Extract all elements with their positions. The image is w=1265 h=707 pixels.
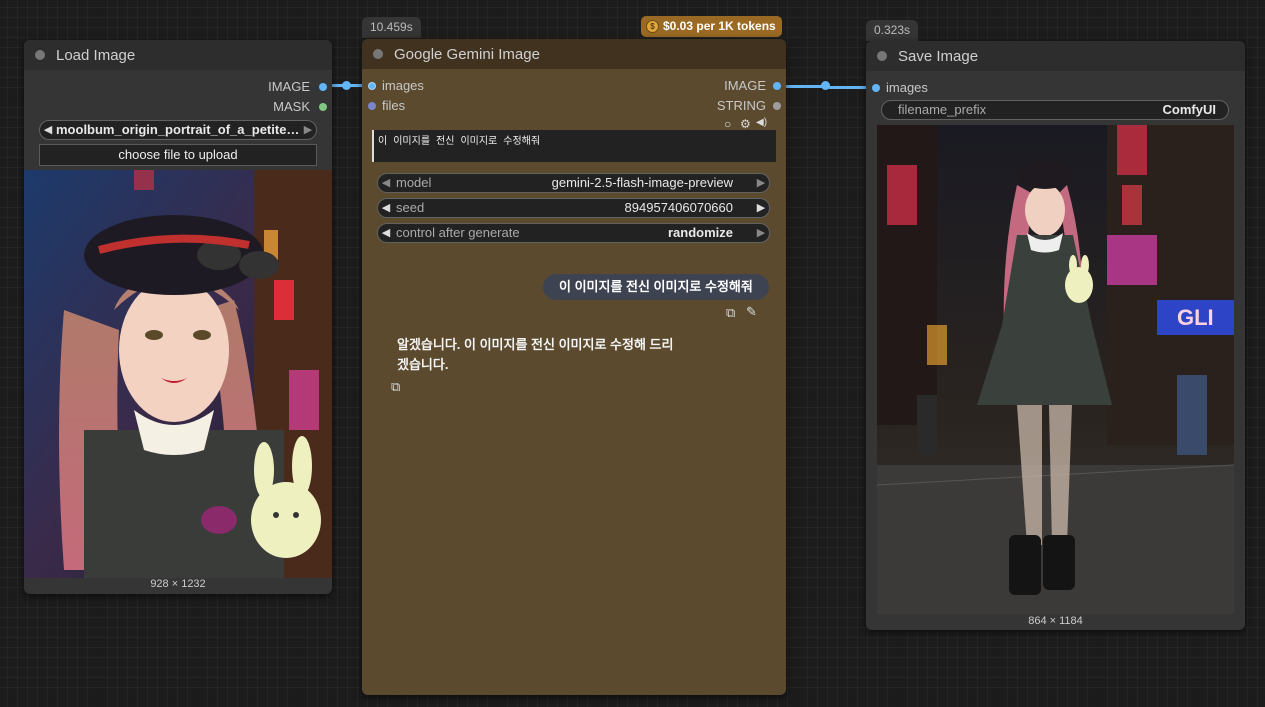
image-size-label: 864 × 1184 (1028, 615, 1083, 627)
node-title-bar[interactable]: Load Image (24, 40, 332, 70)
link-midpoint[interactable] (342, 81, 351, 90)
reply-line-2: 겠습니다. (397, 357, 449, 372)
image-select-widget[interactable]: ◀ moolbum_origin_portrait_of_a_petite ..… (39, 120, 317, 140)
portrait-illustration (24, 170, 332, 578)
output-dot-mask[interactable] (319, 103, 327, 111)
slot-label: images (382, 78, 424, 93)
seed-widget[interactable]: ◀ seed 894957406070660 ▶ (377, 198, 770, 218)
arrow-left-icon[interactable]: ◀ (378, 199, 394, 217)
collapse-dot[interactable] (35, 50, 45, 60)
arrow-right-icon[interactable]: ▶ (753, 224, 769, 242)
widget-value: randomize (667, 225, 733, 240)
node-title-bar[interactable]: Google Gemini Image (362, 39, 786, 69)
edit-pencil-icon[interactable]: ✎ (746, 304, 757, 320)
load-image-node[interactable]: Load Image IMAGE MASK ◀ moolbum_origin_p… (24, 40, 332, 594)
node-title: Google Gemini Image (394, 45, 540, 63)
widget-label: control after generate (396, 225, 520, 240)
control-after-generate-widget[interactable]: ◀ control after generate randomize ▶ (377, 223, 770, 243)
full-body-illustration: GLI (877, 125, 1234, 614)
input-dot-images[interactable] (368, 82, 376, 90)
arrow-left-icon[interactable]: ◀ (40, 121, 56, 139)
output-slot-mask[interactable]: MASK (273, 99, 310, 115)
image-size-label: 928 × 1232 (150, 578, 206, 590)
speaker-icon[interactable]: ◀) (756, 117, 767, 128)
copy-icon[interactable]: ⧉ (391, 379, 400, 395)
gemini-time-badge: 10.459s (362, 17, 421, 38)
arrow-left-icon[interactable]: ◀ (378, 174, 394, 192)
output-image: GLI (877, 125, 1234, 614)
user-message-bubble: 이 이미지를 전신 이미지로 수정해줘 (543, 274, 769, 300)
arrow-right-icon[interactable]: ▶ (753, 199, 769, 217)
prompt-textarea[interactable] (372, 130, 776, 162)
output-slot-string[interactable]: STRING (717, 98, 766, 114)
input-slot-images[interactable]: images (382, 78, 424, 94)
widget-value: ComfyUI (1162, 102, 1216, 117)
slot-label: MASK (273, 99, 310, 114)
input-dot-files[interactable] (368, 102, 376, 110)
slot-label: STRING (716, 98, 766, 113)
input-slot-images[interactable]: images (886, 80, 928, 96)
image-filename: moolbum_origin_portrait_of_a_petite ... (56, 122, 300, 137)
input-slot-files[interactable]: files (382, 98, 405, 114)
upload-button[interactable]: choose file to upload (39, 144, 317, 166)
arrow-right-icon[interactable]: ▶ (753, 174, 769, 192)
widget-label: seed (396, 200, 425, 215)
node-title: Load Image (56, 46, 136, 64)
collapse-dot[interactable] (877, 51, 887, 61)
copy-icon[interactable]: ⧉ (726, 305, 735, 321)
output-dot-image[interactable] (773, 82, 781, 90)
link-midpoint[interactable] (821, 81, 830, 90)
gear-icon[interactable]: ⚙ (740, 117, 751, 131)
circle-icon[interactable]: ○ (724, 117, 731, 131)
gemini-price-badge: $ $0.03 per 1K tokens (641, 16, 782, 37)
output-slot-image[interactable]: IMAGE (268, 79, 310, 95)
widget-label: model (396, 175, 432, 190)
slot-label: IMAGE (724, 78, 766, 93)
output-slot-image[interactable]: IMAGE (724, 78, 766, 94)
preview-image (24, 170, 332, 578)
widget-label: filename_prefix (898, 102, 987, 117)
slot-label: images (886, 80, 928, 95)
save-time-badge: 0.323s (866, 20, 919, 41)
assistant-reply: 알겠습니다. 이 이미지를 전신 이미지로 수정해 드리 겠습니다. (397, 335, 697, 375)
widget-value: gemini-2.5-flash-image-preview (551, 175, 733, 190)
input-dot-images[interactable] (872, 84, 880, 92)
output-dot-string[interactable] (773, 102, 781, 110)
node-title-bar[interactable]: Save Image (866, 41, 1245, 71)
collapse-dot[interactable] (373, 49, 383, 59)
price-text: $0.03 per 1K tokens (663, 19, 776, 33)
slot-label: files (382, 98, 406, 113)
widget-value: 894957406070660 (624, 200, 733, 215)
gemini-image-node[interactable]: Google Gemini Image images files IMAGE S… (362, 39, 786, 695)
model-widget[interactable]: ◀ model gemini-2.5-flash-image-preview ▶ (377, 173, 770, 193)
arrow-right-icon[interactable]: ▶ (300, 121, 316, 139)
save-image-node[interactable]: Save Image images filename_prefix ComfyU… (866, 41, 1245, 630)
output-dot-image[interactable] (319, 83, 327, 91)
reply-line-1: 알겠습니다. 이 이미지를 전신 이미지로 수정해 드리 (397, 337, 674, 352)
node-title: Save Image (898, 47, 979, 65)
slot-label: IMAGE (268, 79, 310, 94)
coin-icon: $ (646, 20, 659, 33)
filename-prefix-widget[interactable]: filename_prefix ComfyUI (881, 100, 1229, 120)
svg-text:GLI: GLI (1177, 305, 1214, 330)
arrow-left-icon[interactable]: ◀ (378, 224, 394, 242)
